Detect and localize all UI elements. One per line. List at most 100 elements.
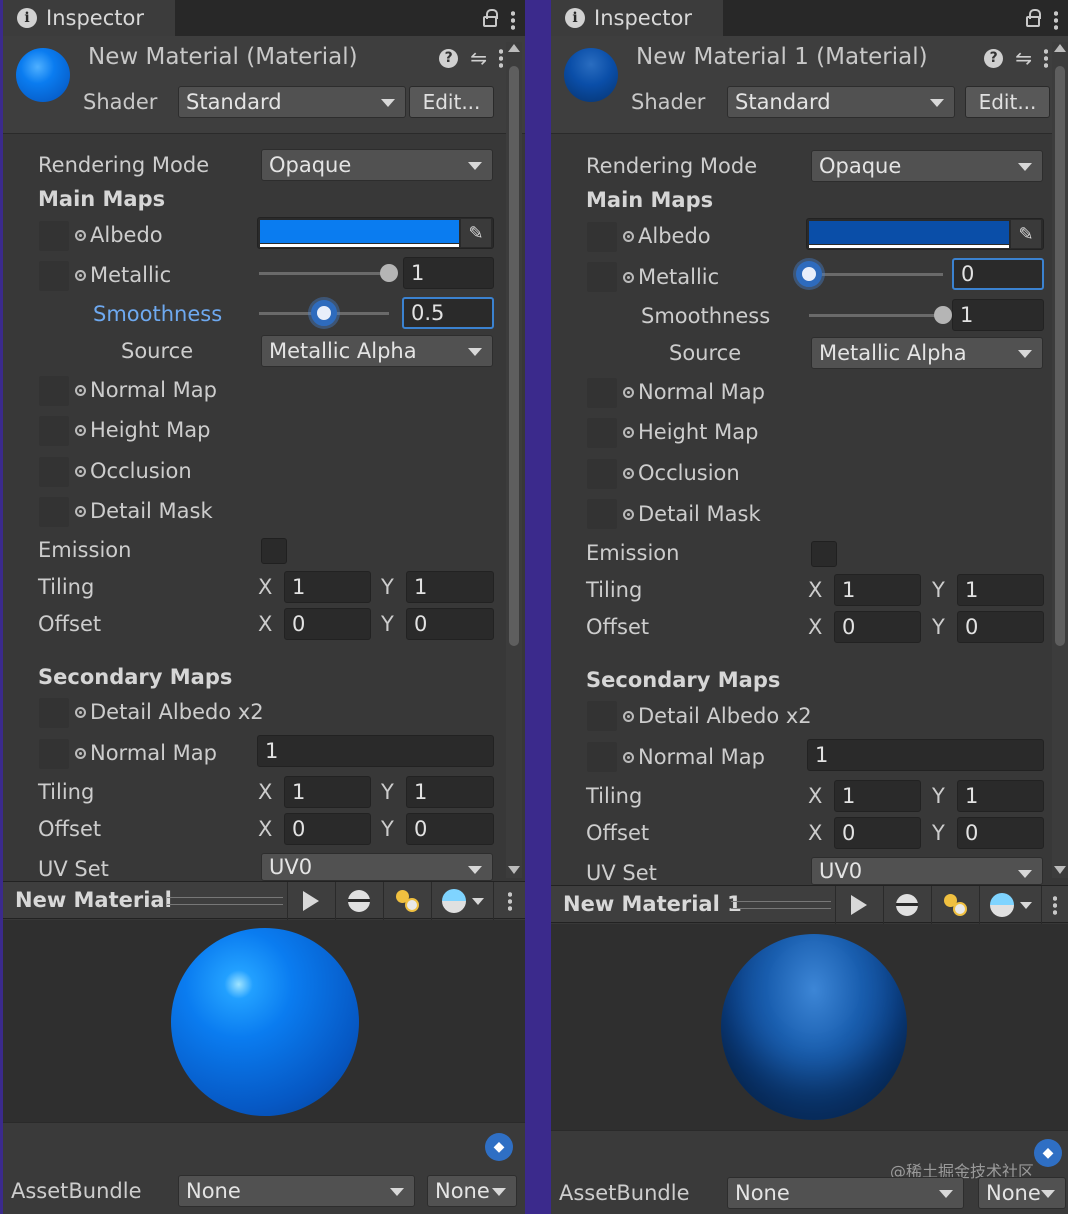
metallic-slider[interactable] <box>259 272 389 275</box>
preview-lights-button[interactable] <box>931 886 977 924</box>
preview-skybox-dropdown[interactable] <box>431 882 493 920</box>
preview-skybox-dropdown[interactable] <box>979 886 1041 924</box>
more-menu-icon[interactable] <box>511 10 515 30</box>
detail-mask-texture-slot[interactable] <box>39 497 69 527</box>
object-picker-icon[interactable] <box>623 272 634 283</box>
assetbundle-variant-dropdown[interactable]: None <box>978 1177 1066 1209</box>
offset-x-input[interactable]: 0 <box>834 611 921 643</box>
secondary-offset-x-input[interactable]: 0 <box>834 817 921 849</box>
object-picker-icon[interactable] <box>623 387 634 398</box>
object-picker-icon[interactable] <box>75 230 86 241</box>
secondary-tiling-x-input[interactable]: 1 <box>834 780 921 812</box>
detail-mask-texture-slot[interactable] <box>587 499 617 529</box>
tag-icon[interactable]: ◆ <box>1034 1139 1062 1167</box>
help-icon[interactable]: ? <box>984 48 1004 68</box>
metallic-texture-slot[interactable] <box>587 262 617 292</box>
material-preview-area[interactable] <box>3 920 525 1123</box>
more-menu-icon[interactable] <box>1054 10 1058 30</box>
lock-icon[interactable] <box>483 9 498 27</box>
eyedropper-icon[interactable]: ✎ <box>1011 220 1041 248</box>
help-icon[interactable]: ? <box>439 48 459 68</box>
object-picker-icon[interactable] <box>75 425 86 436</box>
secondary-tiling-y-input[interactable]: 1 <box>406 776 494 808</box>
rendering-mode-dropdown[interactable]: Opaque <box>261 149 493 181</box>
normal-map-texture-slot[interactable] <box>39 376 69 406</box>
object-picker-icon[interactable] <box>75 748 86 759</box>
tiling-y-input[interactable]: 1 <box>957 574 1044 606</box>
object-picker-icon[interactable] <box>75 466 86 477</box>
scroll-down-icon[interactable] <box>508 866 520 874</box>
object-picker-icon[interactable] <box>623 752 634 763</box>
emission-checkbox[interactable] <box>811 541 837 567</box>
tiling-x-input[interactable]: 1 <box>834 574 921 606</box>
material-preview-area[interactable] <box>551 924 1068 1130</box>
scroll-up-icon[interactable] <box>1054 44 1066 52</box>
inspector-scrollbar[interactable] <box>1052 42 1068 878</box>
object-picker-icon[interactable] <box>75 506 86 517</box>
preview-menu-button[interactable] <box>1041 886 1068 924</box>
preview-drag-handle[interactable] <box>731 901 831 909</box>
metallic-slider-handle[interactable] <box>380 264 398 282</box>
tiling-x-input[interactable]: 1 <box>284 571 371 603</box>
metallic-texture-slot[interactable] <box>39 261 69 291</box>
presets-icon[interactable]: ⇋ <box>1015 46 1032 70</box>
inspector-tab[interactable]: i Inspector <box>3 0 175 36</box>
rendering-mode-dropdown[interactable]: Opaque <box>811 150 1043 182</box>
eyedropper-icon[interactable]: ✎ <box>461 219 491 247</box>
source-dropdown[interactable]: Metallic Alpha <box>811 337 1043 369</box>
object-picker-icon[interactable] <box>623 509 634 520</box>
presets-icon[interactable]: ⇋ <box>470 46 487 70</box>
tag-icon[interactable]: ◆ <box>485 1133 513 1161</box>
object-picker-icon[interactable] <box>623 468 634 479</box>
scrollbar-thumb[interactable] <box>509 66 519 646</box>
secondary-offset-x-input[interactable]: 0 <box>284 813 371 845</box>
inspector-tab[interactable]: i Inspector <box>551 0 723 36</box>
material-menu-icon[interactable] <box>1044 48 1048 68</box>
object-picker-icon[interactable] <box>623 711 634 722</box>
object-picker-icon[interactable] <box>623 427 634 438</box>
object-picker-icon[interactable] <box>75 270 86 281</box>
metallic-slider-handle[interactable] <box>796 261 822 287</box>
tiling-y-input[interactable]: 1 <box>406 571 494 603</box>
edit-shader-button[interactable]: Edit... <box>409 86 494 118</box>
height-map-texture-slot[interactable] <box>587 418 617 448</box>
preview-mesh-button[interactable] <box>335 882 381 920</box>
lock-icon[interactable] <box>1026 9 1041 27</box>
secondary-tiling-y-input[interactable]: 1 <box>957 780 1044 812</box>
shader-dropdown[interactable]: Standard <box>727 86 955 118</box>
assetbundle-variant-dropdown[interactable]: None <box>427 1175 517 1207</box>
secondary-normal-texture-slot[interactable] <box>39 739 69 769</box>
secondary-normal-scale-input[interactable]: 1 <box>257 735 494 767</box>
offset-y-input[interactable]: 0 <box>957 611 1044 643</box>
material-menu-icon[interactable] <box>499 48 503 68</box>
source-dropdown[interactable]: Metallic Alpha <box>261 335 493 367</box>
metallic-slider[interactable] <box>809 273 943 276</box>
object-picker-icon[interactable] <box>75 385 86 396</box>
metallic-input[interactable]: 0 <box>952 258 1044 290</box>
offset-x-input[interactable]: 0 <box>284 608 371 640</box>
assetbundle-dropdown[interactable]: None <box>178 1175 415 1207</box>
normal-map-texture-slot[interactable] <box>587 378 617 408</box>
offset-y-input[interactable]: 0 <box>406 608 494 640</box>
emission-checkbox[interactable] <box>261 538 287 564</box>
scroll-down-icon[interactable] <box>1054 866 1066 874</box>
edit-shader-button[interactable]: Edit... <box>965 86 1050 118</box>
assetbundle-dropdown[interactable]: None <box>727 1177 964 1209</box>
secondary-normal-scale-input[interactable]: 1 <box>807 739 1044 771</box>
albedo-color-field[interactable]: ✎ <box>806 218 1044 250</box>
secondary-normal-texture-slot[interactable] <box>587 742 617 772</box>
smoothness-slider-handle[interactable] <box>934 306 952 324</box>
detail-albedo-texture-slot[interactable] <box>587 701 617 731</box>
preview-lights-button[interactable] <box>383 882 429 920</box>
smoothness-input[interactable]: 1 <box>952 299 1044 331</box>
scroll-up-icon[interactable] <box>508 44 520 52</box>
secondary-offset-y-input[interactable]: 0 <box>957 817 1044 849</box>
metallic-input[interactable]: 1 <box>403 257 494 289</box>
object-picker-icon[interactable] <box>623 231 634 242</box>
preview-drag-handle[interactable] <box>167 897 283 905</box>
detail-albedo-texture-slot[interactable] <box>39 698 69 728</box>
scrollbar-thumb[interactable] <box>1055 66 1065 646</box>
uv-set-dropdown[interactable]: UV0 <box>261 853 493 881</box>
smoothness-input[interactable]: 0.5 <box>402 297 494 329</box>
play-preview-button[interactable] <box>835 886 881 924</box>
